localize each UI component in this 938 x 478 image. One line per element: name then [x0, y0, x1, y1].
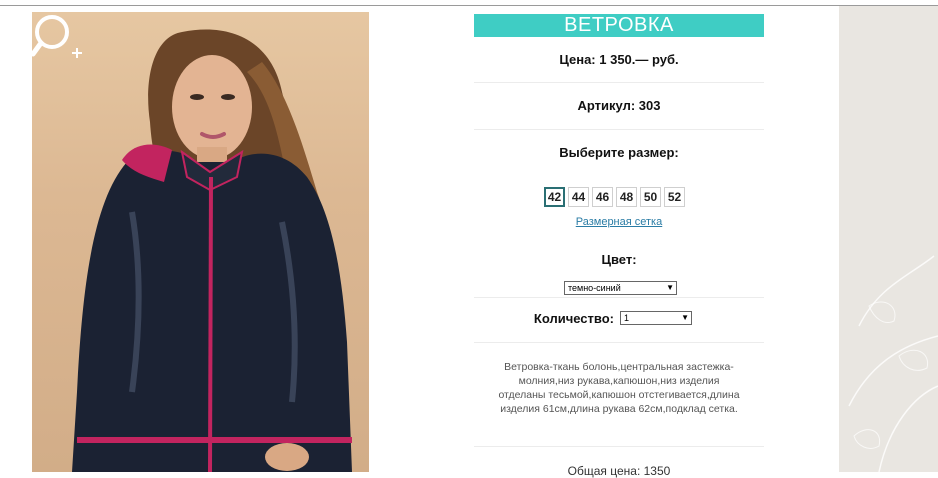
chevron-down-icon: ▼: [666, 283, 674, 292]
size-option-46[interactable]: 46: [592, 187, 613, 207]
size-option-44[interactable]: 44: [568, 187, 589, 207]
size-selector: 42 44 46 48 50 52: [544, 187, 685, 207]
size-chart-link[interactable]: Размерная сетка: [474, 216, 764, 228]
top-divider: [0, 5, 938, 6]
quantity-label: Количество:: [533, 311, 614, 326]
color-select-value: темно-синий: [568, 283, 621, 293]
chevron-down-icon: ▼: [681, 313, 689, 322]
size-option-50[interactable]: 50: [640, 187, 661, 207]
quantity-select[interactable]: 1 ▼: [620, 311, 692, 325]
color-label: Цвет:: [601, 252, 637, 267]
leaf-ornament-icon: [848, 255, 938, 472]
divider: [474, 129, 764, 130]
product-image[interactable]: [32, 12, 369, 472]
divider: [474, 446, 764, 447]
size-option-48[interactable]: 48: [616, 187, 637, 207]
size-option-42[interactable]: 42: [544, 187, 565, 207]
product-sku: Артикул: 303: [577, 98, 661, 113]
product-photo-illustration: [72, 29, 352, 472]
zoom-in-icon[interactable]: [32, 12, 84, 64]
product-title: ВЕТРОВКА: [474, 14, 764, 37]
divider: [474, 82, 764, 83]
choose-size-label: Выберите размер:: [559, 145, 679, 160]
divider: [474, 342, 764, 343]
product-description: Ветровка-ткань болонь,центральная застеж…: [498, 361, 740, 415]
decorative-side-panel: [839, 6, 938, 472]
divider: [474, 297, 764, 298]
size-option-52[interactable]: 52: [664, 187, 685, 207]
color-select[interactable]: темно-синий ▼: [564, 281, 677, 295]
total-price: Общая цена: 1350: [567, 464, 671, 478]
product-price: Цена: 1 350.— руб.: [559, 52, 679, 67]
quantity-select-value: 1: [624, 313, 630, 323]
